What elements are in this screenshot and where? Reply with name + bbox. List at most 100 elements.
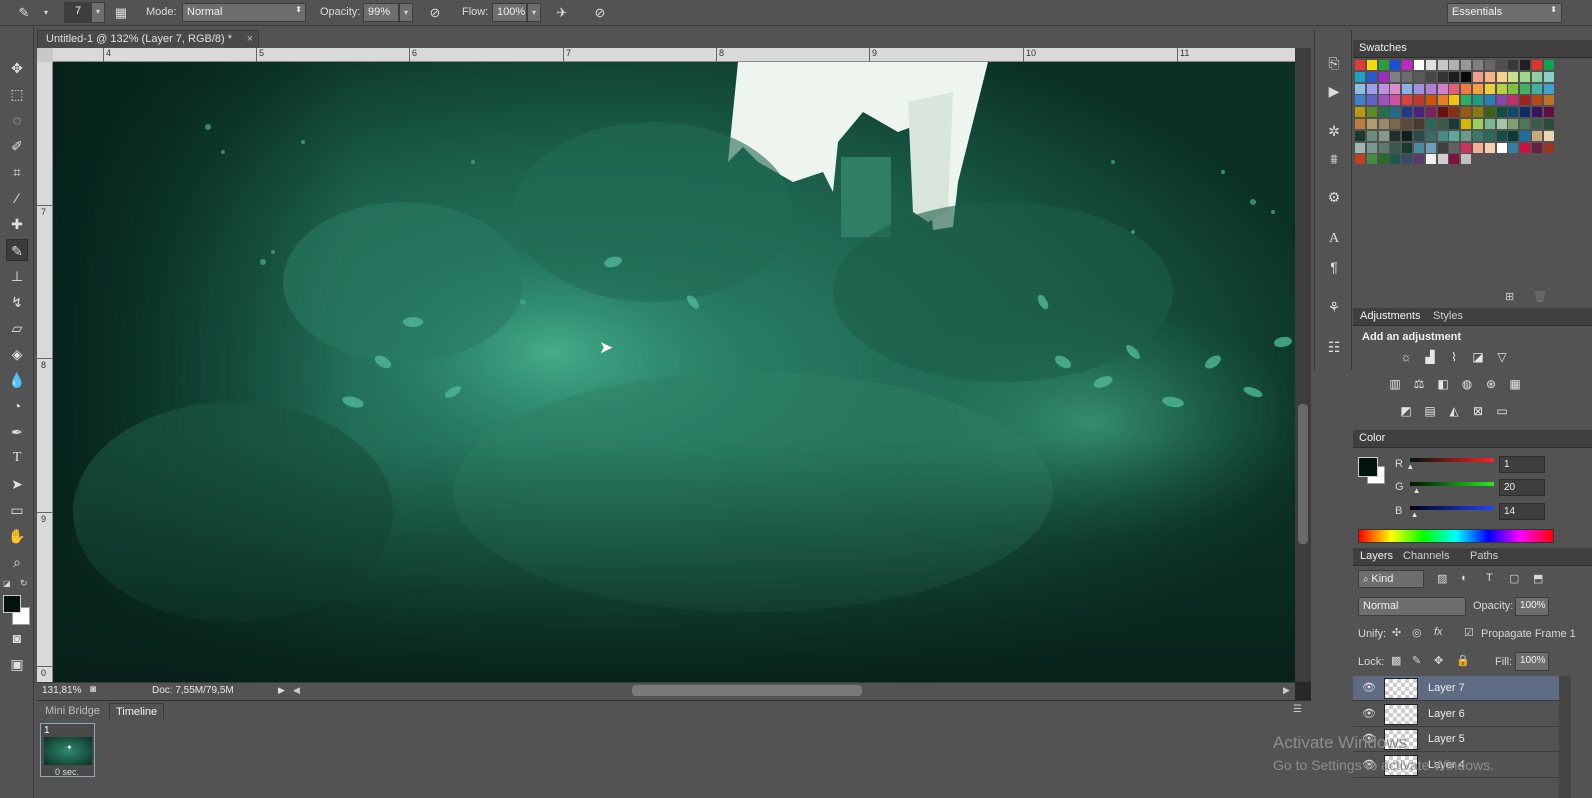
airbrush-icon[interactable]: ✈ bbox=[552, 3, 572, 23]
swatch[interactable] bbox=[1532, 60, 1542, 70]
swatch[interactable] bbox=[1355, 154, 1365, 165]
paint-bucket-tool-icon[interactable]: ◈ bbox=[6, 343, 28, 365]
swatch[interactable] bbox=[1508, 107, 1519, 118]
swatch[interactable] bbox=[1484, 142, 1495, 153]
canvas[interactable]: ➤ bbox=[53, 62, 1295, 682]
vertical-scrollbar[interactable] bbox=[1295, 48, 1311, 682]
swatch[interactable] bbox=[1508, 83, 1519, 94]
lock-transparent-icon[interactable]: ▩ bbox=[1391, 654, 1401, 667]
swatch[interactable] bbox=[1449, 119, 1460, 129]
swatch[interactable] bbox=[1508, 60, 1519, 70]
swatch[interactable] bbox=[1414, 107, 1424, 118]
b-slider[interactable] bbox=[1410, 506, 1494, 510]
swatch[interactable] bbox=[1425, 107, 1436, 118]
eraser-tool-icon[interactable]: ▱ bbox=[6, 317, 28, 339]
swatch[interactable] bbox=[1532, 71, 1542, 82]
swatch[interactable] bbox=[1484, 107, 1495, 118]
swatch[interactable] bbox=[1543, 95, 1554, 106]
swatch[interactable] bbox=[1437, 95, 1448, 106]
swatch[interactable] bbox=[1461, 119, 1472, 129]
b-slider-knob[interactable]: ▲ bbox=[1411, 510, 1419, 519]
swatch[interactable] bbox=[1449, 142, 1460, 153]
swatch[interactable] bbox=[1378, 107, 1389, 118]
swatch[interactable] bbox=[1437, 130, 1448, 141]
swatch[interactable] bbox=[1520, 142, 1531, 153]
color-fg-swatch[interactable] bbox=[1358, 457, 1378, 477]
swatch[interactable] bbox=[1543, 71, 1554, 82]
swatch[interactable] bbox=[1390, 119, 1401, 129]
swatch[interactable] bbox=[1520, 130, 1531, 141]
visibility-eye-icon[interactable]: 👁 bbox=[1362, 681, 1376, 694]
swatch[interactable] bbox=[1366, 154, 1377, 165]
swatch[interactable] bbox=[1461, 83, 1472, 94]
exposure-icon[interactable]: ◪ bbox=[1470, 349, 1486, 365]
swatch[interactable] bbox=[1390, 154, 1401, 165]
swatch[interactable] bbox=[1437, 154, 1448, 165]
tab-layers[interactable]: Layers bbox=[1354, 550, 1399, 562]
pressure-opacity-icon[interactable]: ⊘ bbox=[425, 3, 445, 23]
layer-row[interactable]: 👁 Layer 7 bbox=[1353, 676, 1559, 701]
swatch[interactable] bbox=[1473, 83, 1483, 94]
swatch[interactable] bbox=[1402, 83, 1413, 94]
swatch[interactable] bbox=[1355, 60, 1365, 70]
tab-paths[interactable]: Paths bbox=[1464, 550, 1504, 562]
workspace-select[interactable]: Essentials ⬍ bbox=[1447, 3, 1562, 23]
horizontal-ruler[interactable]: 4 5 6 7 8 9 10 11 bbox=[53, 48, 1295, 62]
swatch[interactable] bbox=[1402, 60, 1413, 70]
fill-input[interactable]: 100% bbox=[1515, 652, 1549, 671]
swatch[interactable] bbox=[1449, 107, 1460, 118]
swatch[interactable] bbox=[1355, 95, 1365, 106]
document-tab[interactable]: Untitled-1 @ 132% (Layer 7, RGB/8) * × bbox=[37, 30, 259, 48]
swatch[interactable] bbox=[1508, 71, 1519, 82]
swatch[interactable] bbox=[1355, 142, 1365, 153]
swatch[interactable] bbox=[1390, 142, 1401, 153]
g-slider[interactable] bbox=[1410, 482, 1494, 486]
brush-tool-preset-icon[interactable]: ✎ bbox=[14, 3, 34, 23]
frame-delay[interactable]: 0 sec. bbox=[55, 767, 79, 777]
swatch[interactable] bbox=[1425, 130, 1436, 141]
swatch[interactable] bbox=[1543, 142, 1554, 153]
swatch[interactable] bbox=[1366, 130, 1377, 141]
quick-selection-tool-icon[interactable]: ✐ bbox=[6, 135, 28, 157]
swatch[interactable] bbox=[1366, 119, 1377, 129]
threshold-icon[interactable]: ◭ bbox=[1446, 403, 1462, 419]
swatch[interactable] bbox=[1520, 95, 1531, 106]
swatch[interactable] bbox=[1402, 95, 1413, 106]
swatch[interactable] bbox=[1402, 154, 1413, 165]
hand-tool-icon[interactable]: ✋ bbox=[6, 525, 28, 547]
zoom-tool-icon[interactable]: ⌕ bbox=[6, 551, 28, 573]
swatch[interactable] bbox=[1378, 71, 1389, 82]
swatch[interactable] bbox=[1496, 71, 1507, 82]
vertical-ruler[interactable]: 7 8 9 0 bbox=[37, 62, 53, 682]
swatch[interactable] bbox=[1378, 142, 1389, 153]
brush-tool-icon[interactable]: ✎ bbox=[6, 239, 28, 261]
frame-1[interactable]: 1 ✦ 0 sec. bbox=[40, 723, 95, 777]
r-slider[interactable] bbox=[1410, 458, 1494, 462]
tab-timeline[interactable]: Timeline bbox=[109, 703, 165, 719]
swatch[interactable] bbox=[1366, 142, 1377, 153]
swatch[interactable] bbox=[1532, 119, 1542, 129]
swatch[interactable] bbox=[1425, 154, 1436, 165]
history-brush-tool-icon[interactable]: ↯ bbox=[6, 291, 28, 313]
type-tool-icon[interactable]: T bbox=[6, 447, 28, 469]
swatch[interactable] bbox=[1473, 142, 1483, 153]
swatch[interactable] bbox=[1378, 95, 1389, 106]
swatch[interactable] bbox=[1473, 60, 1483, 70]
tool-presets-icon[interactable]: ⚙ bbox=[1324, 187, 1344, 207]
swatch[interactable] bbox=[1532, 95, 1542, 106]
swatch[interactable] bbox=[1437, 71, 1448, 82]
swatch[interactable] bbox=[1484, 130, 1495, 141]
swatch[interactable] bbox=[1473, 119, 1483, 129]
swatch[interactable] bbox=[1402, 119, 1413, 129]
swatch[interactable] bbox=[1414, 60, 1424, 70]
invert-icon[interactable]: ◩ bbox=[1398, 403, 1414, 419]
swatch[interactable] bbox=[1520, 83, 1531, 94]
swatch[interactable] bbox=[1484, 83, 1495, 94]
filter-type-icon[interactable]: T bbox=[1486, 572, 1493, 584]
screen-mode-icon[interactable]: ▣ bbox=[6, 653, 28, 675]
unify-visibility-icon[interactable]: ◎ bbox=[1412, 626, 1422, 639]
levels-icon[interactable]: ▟ bbox=[1422, 349, 1438, 365]
new-swatch-icon[interactable]: ⊞ bbox=[1505, 290, 1514, 303]
layers-scrollbar[interactable] bbox=[1559, 676, 1571, 798]
swatch[interactable] bbox=[1378, 60, 1389, 70]
